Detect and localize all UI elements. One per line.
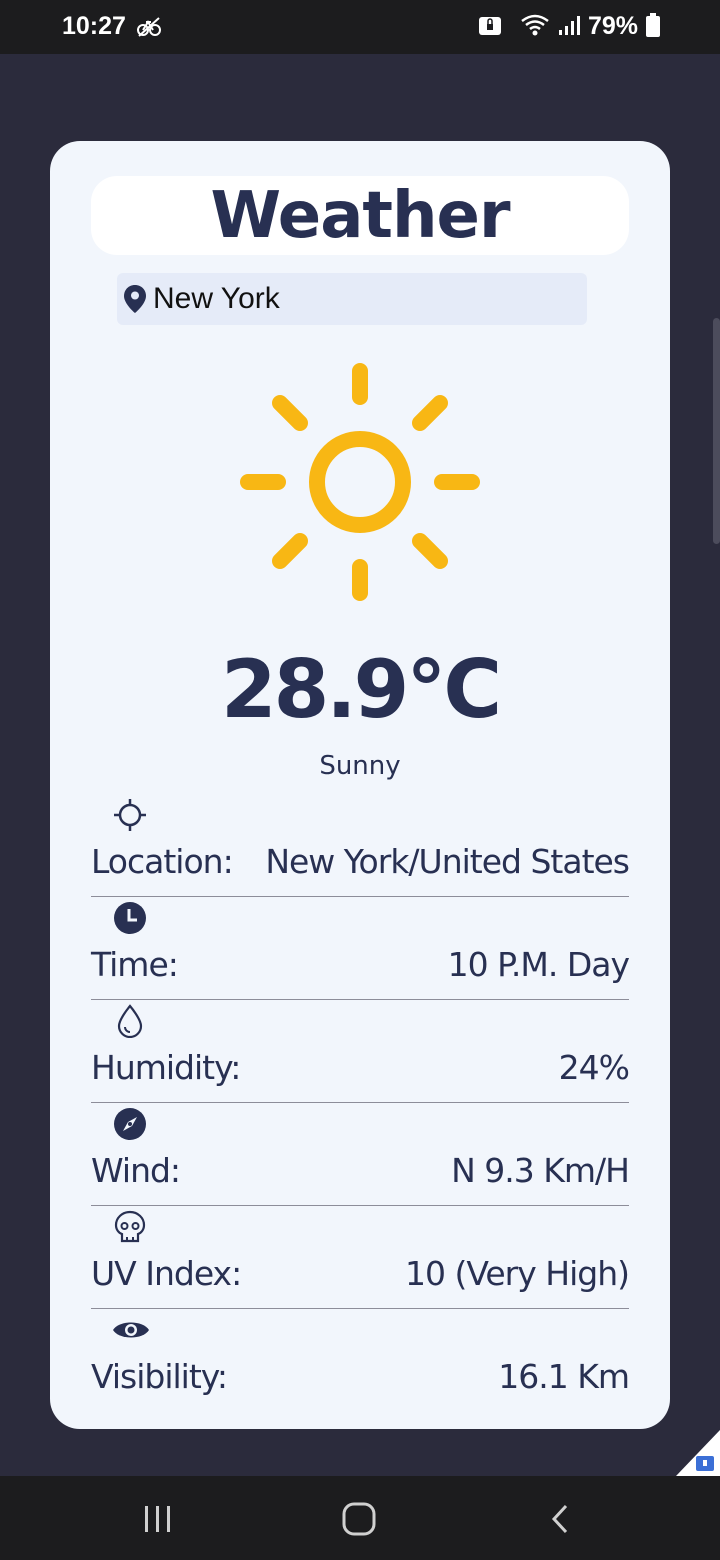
sun-icon [240,363,480,601]
droplet-icon [117,1004,143,1038]
weather-details: Location: New York/United States Time: 1… [91,794,630,1411]
battery-percent: 79% [587,12,638,40]
signal-icon [558,14,580,40]
temperature: 28.9°C [220,643,502,736]
detail-row-visibility: Visibility: 16.1 Km [91,1309,630,1411]
detail-value: 10 (Very High) [405,1254,630,1293]
status-time: 10:27 [62,12,126,40]
home-button[interactable] [341,1502,377,1536]
detail-value: 24% [558,1048,630,1087]
compass-icon [114,1108,146,1140]
corner-fold [676,1430,720,1480]
cycle-icon [136,16,162,42]
detail-row-humidity: Humidity: 24% [91,1000,630,1103]
wifi-icon [520,13,550,41]
scrollbar[interactable] [713,318,720,544]
eye-icon [113,1322,149,1338]
back-button[interactable] [548,1504,572,1534]
status-bar: 10:27 79% [0,0,720,54]
detail-label: Location: [91,842,234,881]
weather-card: Weather New York 28.9°C Sunny Location: … [50,141,670,1429]
status-icons: 79% [478,12,660,41]
detail-label: Wind: [91,1151,181,1190]
page-title: Weather [210,178,510,253]
detail-label: Time: [91,945,179,984]
detail-value: 16.1 Km [498,1357,630,1396]
detail-row-location: Location: New York/United States [91,794,630,897]
navigation-bar [0,1476,720,1560]
notification-lock-icon [478,14,502,40]
battery-icon [646,12,660,41]
detail-row-time: Time: 10 P.M. Day [91,897,630,1000]
search-value[interactable]: New York [153,282,280,316]
detail-value: N 9.3 Km/H [451,1151,630,1190]
search-input[interactable]: New York [117,273,587,325]
detail-value: New York/United States [265,842,630,881]
detail-value: 10 P.M. Day [447,945,630,984]
skull-icon [114,1210,146,1243]
detail-label: Visibility: [91,1357,228,1396]
detail-label: Humidity: [91,1048,241,1087]
clock-icon [114,902,146,934]
crosshair-icon [114,799,146,831]
title-box: Weather [91,176,629,255]
detail-label: UV Index: [91,1254,242,1293]
recents-button[interactable] [142,1504,174,1534]
location-pin-icon [124,285,146,313]
detail-row-wind: Wind: N 9.3 Km/H [91,1103,630,1206]
weather-condition: Sunny [319,751,401,781]
detail-row-uv-index: UV Index: 10 (Very High) [91,1206,630,1309]
